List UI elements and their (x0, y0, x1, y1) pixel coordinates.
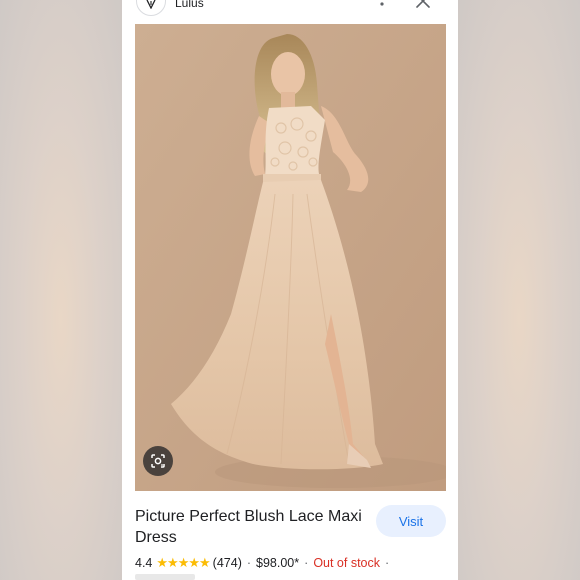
rating-value: 4.4 (135, 556, 153, 570)
blurred-background-right (458, 0, 580, 580)
product-meta-row: 4.4 ★★★★★ (474) · $98.00* · Out of stock… (135, 555, 394, 571)
google-lens-icon (151, 454, 165, 468)
price: $98.00* (256, 556, 300, 570)
blurred-background-left (0, 0, 122, 580)
separator: · (385, 556, 390, 570)
review-count[interactable]: (474) (213, 556, 242, 570)
lulus-logo-icon[interactable] (136, 0, 166, 16)
product-card: Lulus Picture Perfect Blush Lace Maxi Dr… (122, 0, 458, 580)
stock-status: Out of stock (313, 556, 381, 570)
separator: · (304, 556, 309, 570)
dress-model-illustration (135, 24, 446, 491)
card-header: Lulus (122, 0, 458, 24)
product-title[interactable]: Picture Perfect Blush Lace Maxi Dress (135, 506, 375, 548)
site-name[interactable]: Lulus (175, 0, 204, 10)
rating-stars-icon: ★★★★★ (156, 555, 210, 570)
truncated-text-row (135, 574, 195, 580)
separator: · (246, 556, 252, 570)
google-lens-button[interactable] (143, 446, 173, 476)
product-image[interactable] (135, 24, 446, 491)
visit-button[interactable]: Visit (376, 505, 446, 537)
close-icon[interactable] (416, 0, 430, 8)
more-vert-icon[interactable] (376, 0, 388, 10)
